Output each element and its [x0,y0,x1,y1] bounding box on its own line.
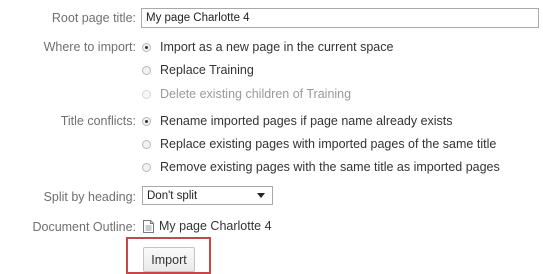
radio-checked-icon[interactable] [142,116,151,126]
document-outline-item: My page Charlotte 4 [143,219,272,233]
split-selected-value: Don't split [147,189,198,202]
radio-label: Replace existing pages with imported pag… [160,137,497,151]
radio-label: Remove existing pages with the same titl… [160,160,500,174]
radio-unchecked-icon[interactable] [142,162,151,172]
radio-unchecked-icon[interactable] [142,139,151,149]
radio-replace-existing-pages[interactable]: Replace existing pages with imported pag… [142,135,496,153]
chevron-down-icon[interactable] [257,193,265,198]
radio-checked-icon[interactable] [142,42,151,52]
radio-label: Import as a new page in the current spac… [160,40,394,54]
radio-replace-training[interactable]: Replace Training [142,61,254,79]
root-page-title-label: Root page title: [51,11,136,25]
split-by-heading-select[interactable]: Don't split [142,186,273,205]
radio-disabled-icon [142,89,151,99]
title-conflicts-label: Title conflicts: [60,114,136,128]
document-outline-label: Document Outline: [32,220,136,234]
split-by-heading-label: Split by heading: [43,190,136,204]
radio-label: Replace Training [160,63,254,77]
root-page-title-input[interactable] [141,8,539,28]
where-to-import-label: Where to import: [43,40,136,54]
radio-unchecked-icon[interactable] [142,65,151,75]
radio-remove-existing-pages[interactable]: Remove existing pages with the same titl… [142,158,500,176]
document-outline-title: My page Charlotte 4 [159,219,272,233]
radio-rename-imported-pages[interactable]: Rename imported pages if page name alrea… [142,112,453,130]
import-button[interactable]: Import [143,247,195,272]
radio-import-as-new-page[interactable]: Import as a new page in the current spac… [142,38,393,56]
radio-label: Delete existing children of Training [160,87,352,101]
radio-label: Rename imported pages if page name alrea… [160,114,453,128]
document-icon [143,219,154,233]
radio-delete-existing-children: Delete existing children of Training [142,85,351,103]
